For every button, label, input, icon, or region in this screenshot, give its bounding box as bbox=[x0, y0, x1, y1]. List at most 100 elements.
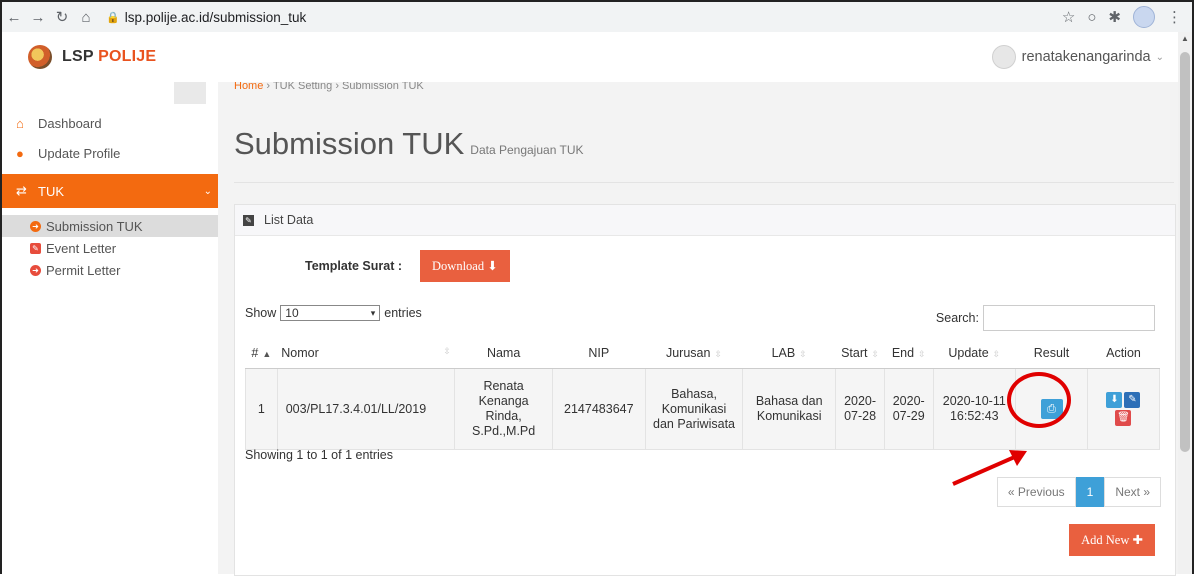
transfer-icon: ⇄ bbox=[16, 183, 27, 198]
column-header-nip[interactable]: NIP bbox=[552, 338, 646, 369]
show-label: Show bbox=[245, 306, 277, 320]
cell-action: ⬇ ✎ 🗑 bbox=[1086, 368, 1161, 450]
search-input[interactable] bbox=[983, 305, 1155, 331]
sidebar-item-event-letter[interactable]: ✎ Event Letter bbox=[2, 237, 218, 259]
pagination-next[interactable]: Next » bbox=[1104, 477, 1161, 507]
table-info: Showing 1 to 1 of 1 entries bbox=[245, 448, 394, 462]
back-icon[interactable]: ← bbox=[2, 9, 26, 26]
home-icon[interactable]: ⌂ bbox=[74, 9, 98, 26]
breadcrumb-home[interactable]: Home bbox=[234, 82, 263, 92]
download-action-button[interactable]: ⬇ bbox=[1106, 392, 1123, 408]
template-label: Template Surat : bbox=[305, 259, 403, 273]
sidebar-item-label: Submission TUK bbox=[46, 218, 143, 234]
sort-icon: ⇳ bbox=[992, 349, 1001, 359]
scroll-up-icon[interactable]: ▲ bbox=[1178, 34, 1192, 43]
sidebar: ⌂ Dashboard ● Update Profile ⇄ TUK ⌄ ➜ S… bbox=[2, 82, 240, 574]
sidebar-item-label: Event Letter bbox=[46, 240, 117, 256]
tuk-submenu: ➜ Submission TUK ✎ Event Letter ➜ Permit… bbox=[2, 215, 218, 281]
sidebar-item-tuk[interactable]: ⇄ TUK ⌄ bbox=[2, 174, 240, 208]
plus-icon: ✚ bbox=[1132, 533, 1143, 547]
puzzle-icon[interactable]: ✱ bbox=[1108, 8, 1121, 26]
extension-circle-icon[interactable]: ○ bbox=[1087, 9, 1096, 26]
sort-icon: ⇳ bbox=[714, 349, 723, 359]
reload-icon[interactable]: ↻ bbox=[50, 8, 74, 26]
column-header-end[interactable]: End ⇳ bbox=[884, 338, 934, 369]
breadcrumb-submission-tuk: Submission TUK bbox=[342, 82, 424, 92]
sidebar-item-submission-tuk[interactable]: ➜ Submission TUK bbox=[2, 215, 218, 237]
cell-lab: Bahasa dan Komunikasi bbox=[742, 368, 837, 450]
entries-value: 10 bbox=[285, 306, 299, 320]
download-button[interactable]: Download ⬇ bbox=[420, 250, 510, 282]
pagination-page-1[interactable]: 1 bbox=[1075, 477, 1105, 507]
user-icon: ● bbox=[16, 145, 24, 161]
edit-action-button[interactable]: ✎ bbox=[1124, 392, 1141, 408]
page-title: Submission TUK bbox=[234, 126, 465, 161]
chevron-down-icon: ⌄ bbox=[1155, 51, 1164, 63]
breadcrumb-tuk-setting[interactable]: TUK Setting bbox=[273, 82, 332, 92]
cell-jurusan: Bahasa, Komunikasi dan Pariwisata bbox=[644, 368, 744, 450]
logo-polije: POLIJE bbox=[98, 48, 157, 65]
forward-icon[interactable]: → bbox=[26, 9, 50, 26]
main-content: Home › TUK Setting › Submission TUK Subm… bbox=[218, 82, 1178, 576]
column-header-update[interactable]: Update ⇳ bbox=[933, 338, 1016, 369]
sort-icon: ⇳ bbox=[799, 349, 807, 359]
column-header-lab[interactable]: LAB ⇳ bbox=[742, 338, 836, 369]
cell-nomor: 003/PL17.3.4.01/LL/2019 bbox=[276, 368, 456, 450]
download-label: Download bbox=[432, 259, 485, 273]
sidebar-item-update-profile[interactable]: ● Update Profile bbox=[2, 138, 218, 168]
length-control: Show 10 ▾ entries bbox=[245, 305, 422, 321]
download-icon: ⬇ bbox=[487, 259, 498, 273]
sort-asc-icon: ▲ bbox=[262, 349, 272, 359]
breadcrumb: Home › TUK Setting › Submission TUK bbox=[234, 82, 424, 100]
address-bar[interactable]: lsp.polije.ac.id/submission_tuk bbox=[125, 10, 307, 25]
app-header: LSP POLIJE renatakenangarinda ⌄ bbox=[2, 32, 1178, 82]
page-scrollbar[interactable]: ▲ bbox=[1178, 32, 1192, 574]
logo-lsp: LSP bbox=[62, 48, 94, 65]
sidebar-item-label: Permit Letter bbox=[46, 262, 121, 278]
logo-text[interactable]: LSP POLIJE bbox=[62, 48, 156, 66]
avatar bbox=[991, 45, 1016, 69]
arrow-circle-icon: ➜ bbox=[30, 220, 41, 232]
lock-icon: 🔒 bbox=[106, 11, 120, 24]
delete-action-button[interactable]: 🗑 bbox=[1115, 410, 1132, 426]
entries-label: entries bbox=[384, 306, 422, 320]
cell-end: 2020- 07-29 bbox=[883, 368, 934, 450]
column-header-nomor[interactable]: Nomor ⇳ bbox=[277, 338, 455, 369]
sidebar-item-label: TUK bbox=[38, 183, 64, 199]
column-header-nama[interactable]: Nama bbox=[454, 338, 553, 369]
star-icon[interactable]: ☆ bbox=[1062, 8, 1075, 26]
browser-profile-avatar[interactable] bbox=[1133, 6, 1155, 28]
page-header: Submission TUK Data Pengajuan TUK bbox=[234, 126, 583, 162]
table-header-row: # ▲ Nomor ⇳ Nama NIP Jurusan ⇳ LAB ⇳ Start ⇳ … bbox=[245, 338, 1160, 369]
sidebar-item-permit-letter[interactable]: ➜ Permit Letter bbox=[2, 259, 218, 281]
column-header-result[interactable]: Result bbox=[1015, 338, 1088, 369]
logo-icon bbox=[28, 45, 52, 69]
edit-icon: ✎ bbox=[243, 214, 254, 226]
cell-nama: Renata Kenanga Rinda, S.Pd.,M.Pd bbox=[454, 368, 553, 450]
search-control: Search: bbox=[936, 305, 1155, 331]
sidebar-item-dashboard[interactable]: ⌂ Dashboard bbox=[2, 108, 218, 138]
sidebar-item-label: Update Profile bbox=[38, 145, 121, 161]
column-header-start[interactable]: Start ⇳ bbox=[835, 338, 885, 369]
column-header-jurusan[interactable]: Jurusan ⇳ bbox=[645, 338, 743, 369]
user-menu[interactable]: renatakenangarinda ⌄ bbox=[991, 45, 1164, 69]
chevron-down-icon: ⌄ bbox=[203, 185, 212, 197]
user-name: renatakenangarinda bbox=[1021, 49, 1151, 65]
scroll-thumb[interactable] bbox=[1180, 52, 1190, 452]
template-row: Template Surat : Download ⬇ bbox=[305, 250, 510, 282]
column-header-action[interactable]: Action bbox=[1087, 338, 1160, 369]
sidebar-toggle-button[interactable] bbox=[174, 82, 206, 104]
add-new-label: Add New bbox=[1081, 533, 1130, 547]
cell-no: 1 bbox=[245, 368, 278, 450]
divider bbox=[234, 182, 1174, 183]
more-vert-icon[interactable]: ⋮ bbox=[1167, 8, 1182, 26]
entries-select[interactable]: 10 ▾ bbox=[280, 305, 381, 321]
column-header-no[interactable]: # ▲ bbox=[245, 338, 278, 369]
cell-start: 2020- 07-28 bbox=[835, 368, 885, 450]
home-icon: ⌂ bbox=[16, 115, 24, 131]
annotation-arrow-icon bbox=[952, 450, 1027, 486]
search-label: Search: bbox=[935, 311, 979, 325]
panel-header: ✎ List Data bbox=[235, 205, 1175, 236]
add-new-button[interactable]: Add New ✚ bbox=[1069, 524, 1155, 556]
cell-nip: 2147483647 bbox=[551, 368, 646, 450]
